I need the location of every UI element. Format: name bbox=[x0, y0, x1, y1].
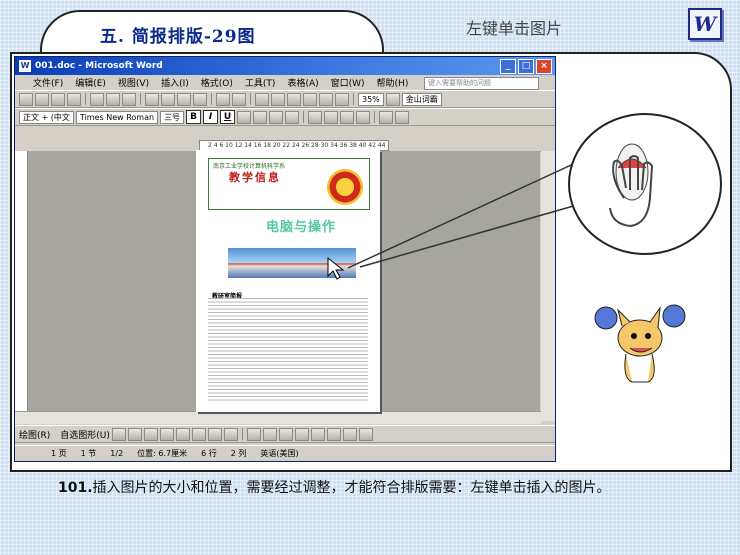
caption: 101.插入图片的大小和位置，需要经过调整，才能符合排版需要：左键单击插入的图片… bbox=[20, 477, 720, 499]
caption-text: 插入图片的大小和位置，需要经过调整，才能符合排版需要：左键单击插入的图片。 bbox=[92, 480, 611, 496]
mouse-click-icon bbox=[609, 143, 654, 228]
callout-lines bbox=[347, 159, 585, 269]
cartoon-cat-icon bbox=[594, 304, 686, 383]
caption-number: 101. bbox=[58, 480, 93, 496]
cursor-arrow-icon bbox=[327, 256, 345, 280]
